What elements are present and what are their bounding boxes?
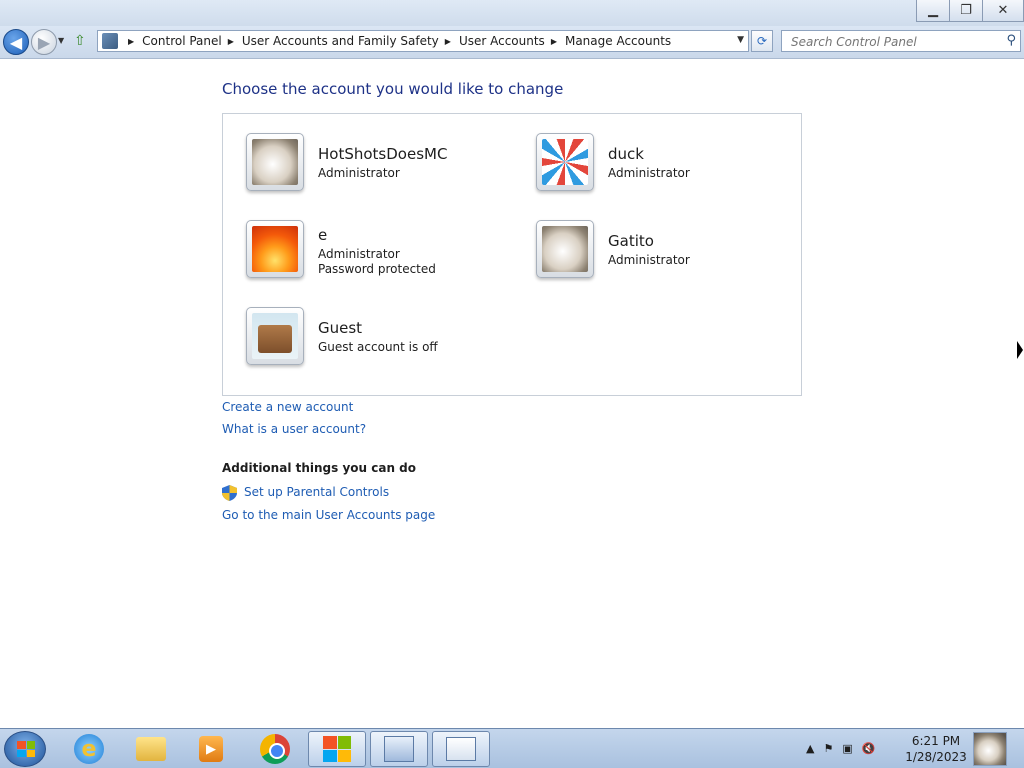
breadcrumb-user-accounts-family-safety[interactable]: User Accounts and Family Safety xyxy=(242,34,439,48)
account-picture[interactable] xyxy=(246,133,304,191)
windows-icon xyxy=(323,736,351,762)
control-panel-icon xyxy=(384,736,414,762)
what-is-user-account-link[interactable]: What is a user account? xyxy=(222,422,366,436)
start-button[interactable] xyxy=(4,731,46,767)
account-status: Password protected xyxy=(318,262,436,276)
accounts-panel: HotShotsDoesMC Administrator duck Admini… xyxy=(222,113,802,396)
notification-area: ▲ ⚑ ▣ 🔇 xyxy=(806,742,875,755)
account-hotshotsdoesmc[interactable]: HotShotsDoesMC Administrator xyxy=(246,133,526,203)
address-dropdown-icon[interactable]: ▼ xyxy=(737,35,744,45)
action-center-flag-icon[interactable]: ⚑ xyxy=(823,742,833,755)
control-panel-icon xyxy=(102,33,118,49)
taskbar-media-player[interactable]: ▶ xyxy=(182,731,240,767)
taskbar-windows-app[interactable] xyxy=(308,731,366,767)
up-folder-icon[interactable]: ⇧ xyxy=(74,33,92,51)
account-e[interactable]: e Administrator Password protected xyxy=(246,220,526,290)
windows-explorer-icon xyxy=(136,737,166,761)
minimize-button[interactable]: ▁ xyxy=(916,0,950,22)
account-name: Gatito xyxy=(608,232,654,250)
account-gatito[interactable]: Gatito Administrator xyxy=(536,220,816,290)
breadcrumb-separator-icon[interactable]: ▶ xyxy=(445,37,451,46)
account-picture[interactable] xyxy=(536,133,594,191)
taskbar-document[interactable] xyxy=(432,731,490,767)
navigation-bar: ◀ ▶ ▼ ⇧ ▶ Control Panel ▶ User Accounts … xyxy=(0,26,1024,59)
kitten-picture-icon xyxy=(252,139,298,185)
taskbar: e ▶ ▲ ⚑ ▣ 🔇 6:21 PM 1/28/2023 xyxy=(0,728,1024,768)
account-name: duck xyxy=(608,145,644,163)
additional-things-heading: Additional things you can do xyxy=(222,461,417,475)
search-icon[interactable]: ⚲ xyxy=(1006,33,1016,48)
search-input[interactable] xyxy=(789,32,1003,52)
breadcrumb-separator-icon[interactable]: ▶ xyxy=(551,37,557,46)
mouse-cursor-icon xyxy=(1017,341,1023,359)
create-account-link[interactable]: Create a new account xyxy=(222,400,353,414)
suitcase-picture-icon xyxy=(252,313,298,359)
restore-button[interactable]: ❐ xyxy=(949,0,983,22)
kitten-picture-icon xyxy=(542,226,588,272)
breadcrumb-separator-icon[interactable]: ▶ xyxy=(228,37,234,46)
refresh-button[interactable]: ⟳ xyxy=(751,30,773,52)
network-icon[interactable]: ▣ xyxy=(842,742,852,755)
window-titlebar: ▁ ❐ ✕ xyxy=(0,0,1024,26)
account-type: Administrator xyxy=(608,166,690,180)
account-name: Guest xyxy=(318,319,363,337)
close-button[interactable]: ✕ xyxy=(982,0,1024,22)
address-bar[interactable]: ▶ Control Panel ▶ User Accounts and Fami… xyxy=(97,30,749,52)
taskbar-internet-explorer[interactable]: e xyxy=(60,731,118,767)
account-type: Administrator xyxy=(318,247,400,261)
taskbar-chrome[interactable] xyxy=(246,731,304,767)
search-box[interactable]: ⚲ xyxy=(781,30,1021,52)
clock-time: 6:21 PM xyxy=(911,734,961,748)
account-duck[interactable]: duck Administrator xyxy=(536,133,816,203)
page-title: Choose the account you would like to cha… xyxy=(222,80,564,98)
forward-button[interactable]: ▶ xyxy=(31,29,57,55)
account-guest[interactable]: Guest Guest account is off xyxy=(246,307,526,377)
breadcrumb-manage-accounts[interactable]: Manage Accounts xyxy=(565,34,671,48)
recent-pages-dropdown-icon[interactable]: ▼ xyxy=(58,36,68,48)
chrome-icon xyxy=(260,734,290,764)
document-icon xyxy=(446,737,476,761)
breadcrumb-control-panel[interactable]: Control Panel xyxy=(142,34,222,48)
taskbar-windows-explorer[interactable] xyxy=(122,731,180,767)
account-name: e xyxy=(318,226,328,244)
clock-date: 1/28/2023 xyxy=(905,750,967,764)
back-button[interactable]: ◀ xyxy=(3,29,29,55)
windows-logo-icon xyxy=(17,741,35,757)
caption-buttons: ▁ ❐ ✕ xyxy=(916,0,1024,22)
breadcrumb-user-accounts[interactable]: User Accounts xyxy=(459,34,545,48)
taskbar-control-panel[interactable] xyxy=(370,731,428,767)
pinwheel-picture-icon xyxy=(542,139,588,185)
parental-controls-link[interactable]: Set up Parental Controls xyxy=(244,485,389,499)
system-clock[interactable]: 6:21 PM 1/28/2023 xyxy=(904,733,968,765)
main-user-accounts-link[interactable]: Go to the main User Accounts page xyxy=(222,508,435,522)
account-type: Administrator xyxy=(608,253,690,267)
flower-picture-icon xyxy=(252,226,298,272)
account-picture[interactable] xyxy=(246,220,304,278)
account-status: Guest account is off xyxy=(318,340,438,354)
account-picture[interactable] xyxy=(536,220,594,278)
account-type: Administrator xyxy=(318,166,400,180)
volume-muted-icon[interactable]: 🔇 xyxy=(862,742,876,755)
account-name: HotShotsDoesMC xyxy=(318,145,448,163)
uac-shield-icon xyxy=(222,485,237,501)
media-player-icon: ▶ xyxy=(199,736,223,762)
user-avatar[interactable] xyxy=(973,732,1007,766)
show-hidden-icons-icon[interactable]: ▲ xyxy=(806,742,814,755)
breadcrumb-separator-icon[interactable]: ▶ xyxy=(128,37,134,46)
internet-explorer-icon: e xyxy=(74,734,104,764)
account-picture[interactable] xyxy=(246,307,304,365)
